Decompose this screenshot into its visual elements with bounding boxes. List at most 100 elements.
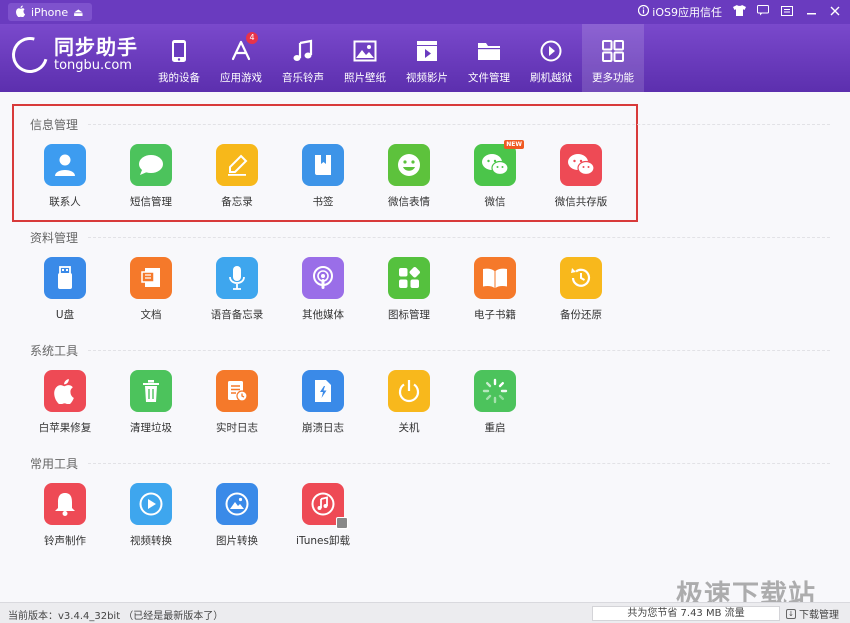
tile-voice-memos[interactable]: 语音备忘录 — [194, 257, 280, 327]
nav-my-device[interactable]: 我的设备 — [148, 24, 210, 92]
menu-icon[interactable] — [780, 5, 794, 19]
wechat-icon: NEW — [474, 140, 524, 186]
tile-crash-log[interactable]: 崩溃日志 — [280, 370, 366, 440]
eject-icon[interactable]: ⏏ — [73, 6, 83, 19]
nav-apps-games[interactable]: 4 应用游戏 — [210, 24, 272, 92]
tile-memo[interactable]: 备忘录 — [194, 144, 280, 214]
tile-clean-junk[interactable]: 清理垃圾 — [108, 370, 194, 440]
tile-sms[interactable]: 短信管理 — [108, 144, 194, 214]
contact-icon — [44, 144, 86, 186]
tile-documents[interactable]: 文档 — [108, 257, 194, 327]
book-icon — [474, 257, 516, 299]
new-badge: NEW — [504, 140, 524, 149]
titlebar-controls: iOS9应用信任 — [638, 3, 842, 21]
nav-label: 刷机越狱 — [530, 72, 572, 84]
ios-trust-button[interactable]: iOS9应用信任 — [638, 4, 722, 20]
download-manager-label: 下载管理 — [799, 610, 839, 621]
version-text: 当前版本：v3.4.4_32bit （已经是最新版本了） — [8, 611, 224, 622]
document-icon — [130, 257, 172, 299]
title-bar: iPhone ⏏ iOS9应用信任 — [0, 0, 850, 24]
image-convert-icon — [216, 483, 258, 525]
tile-wechat-stickers[interactable]: 微信表情 — [366, 144, 452, 214]
logo: 同步助手 tongbu.com — [5, 30, 138, 80]
status-bar: 当前版本：v3.4.4_32bit （已经是最新版本了） 共为您节省 7.43 … — [0, 602, 850, 623]
smiley-icon — [388, 144, 430, 186]
close-icon[interactable] — [828, 6, 842, 19]
power-icon — [388, 370, 430, 412]
tile-ringtone-maker[interactable]: 铃声制作 — [22, 483, 108, 553]
restart-icon — [474, 370, 516, 412]
icon-grid-icon — [388, 257, 430, 299]
section-grid-info: 联系人 短信管理 备忘录 书签 微信表情 NEW 微信 微信共存版 — [22, 140, 624, 214]
film-icon — [414, 38, 440, 64]
nav-label: 应用游戏 — [220, 72, 262, 84]
device-label: iPhone — [31, 5, 69, 19]
section-title-data: 资料管理 — [30, 229, 830, 246]
tile-contacts[interactable]: 联系人 — [22, 144, 108, 214]
tile-shutdown[interactable]: 关机 — [366, 370, 452, 440]
tile-other-media[interactable]: 其他媒体 — [280, 257, 366, 327]
traffic-saved-text: 共为您节省 7.43 MB 流量 — [592, 606, 780, 621]
tile-wechat-dual[interactable]: 微信共存版 — [538, 144, 624, 214]
section-title-system: 系统工具 — [30, 342, 830, 359]
tile-restart[interactable]: 重启 — [452, 370, 538, 440]
nav-more-features[interactable]: 更多功能 — [582, 24, 644, 92]
download-manager-button[interactable]: ↓ 下载管理 — [786, 606, 839, 621]
nav-flash-jailbreak[interactable]: 刷机越狱 — [520, 24, 582, 92]
itunes-icon — [302, 483, 348, 529]
info-icon — [638, 4, 650, 19]
music-note-icon — [290, 38, 316, 64]
flash-icon — [538, 38, 564, 64]
tile-icon-manager[interactable]: 图标管理 — [366, 257, 452, 327]
tile-wechat[interactable]: NEW 微信 — [452, 140, 538, 214]
nav-file-manager[interactable]: 文件管理 — [458, 24, 520, 92]
bookmark-icon — [302, 144, 344, 186]
podcast-icon — [302, 257, 344, 299]
tile-realtime-log[interactable]: 实时日志 — [194, 370, 280, 440]
section-grid-system: 白苹果修复 清理垃圾 实时日志 崩溃日志 关机 重启 — [22, 370, 538, 440]
tile-itunes-uninstall[interactable]: iTunes卸载 — [280, 483, 366, 553]
realtime-log-icon — [216, 370, 258, 412]
nav-label: 文件管理 — [468, 72, 510, 84]
tile-usb-disk[interactable]: U盘 — [22, 257, 108, 327]
section-grid-common: 铃声制作 视频转换 图片转换 iTunes卸载 — [22, 483, 366, 553]
device-tab[interactable]: iPhone ⏏ — [8, 3, 92, 21]
download-icon: ↓ — [786, 608, 796, 619]
nav-videos[interactable]: 视频影片 — [396, 24, 458, 92]
nav-label: 照片壁纸 — [344, 72, 386, 84]
chat-icon[interactable] — [756, 5, 770, 19]
main-header: 同步助手 tongbu.com 我的设备 4 应用游戏 音乐铃声 照片壁纸 视频… — [0, 24, 850, 92]
apple-icon — [16, 5, 26, 20]
logo-domain: tongbu.com — [54, 58, 132, 73]
nav-label: 我的设备 — [158, 72, 200, 84]
message-icon — [130, 144, 172, 186]
logo-swirl-icon — [5, 30, 55, 80]
shirt-icon[interactable] — [732, 5, 746, 19]
update-count-badge: 4 — [246, 32, 258, 44]
more-features-panel: 信息管理 联系人 短信管理 备忘录 书签 微信表情 NEW 微信 微信共存版 资… — [0, 92, 850, 602]
apple-repair-icon — [44, 370, 86, 412]
minimize-icon[interactable] — [804, 6, 818, 19]
main-nav: 我的设备 4 应用游戏 音乐铃声 照片壁纸 视频影片 文件管理 刷机越狱 更多功… — [148, 24, 644, 92]
video-play-icon — [130, 483, 172, 525]
uninstall-overlay-icon — [336, 517, 348, 529]
nav-music-ringtones[interactable]: 音乐铃声 — [272, 24, 334, 92]
bell-icon — [44, 483, 86, 525]
section-title-common: 常用工具 — [30, 455, 830, 472]
tile-video-convert[interactable]: 视频转换 — [108, 483, 194, 553]
logo-name: 同步助手 — [54, 35, 138, 59]
folder-icon — [476, 38, 502, 64]
tile-image-convert[interactable]: 图片转换 — [194, 483, 280, 553]
tile-white-apple-repair[interactable]: 白苹果修复 — [22, 370, 108, 440]
tile-bookmarks[interactable]: 书签 — [280, 144, 366, 214]
microphone-icon — [216, 257, 258, 299]
section-title-info: 信息管理 — [30, 116, 830, 133]
tile-ebooks[interactable]: 电子书籍 — [452, 257, 538, 327]
trash-icon — [130, 370, 172, 412]
tile-backup-restore[interactable]: 备份还原 — [538, 257, 624, 327]
nav-photos-wallpapers[interactable]: 照片壁纸 — [334, 24, 396, 92]
photo-icon — [352, 38, 378, 64]
nav-label: 音乐铃声 — [282, 72, 324, 84]
phone-icon — [166, 38, 192, 64]
wechat-dual-icon — [560, 144, 602, 186]
